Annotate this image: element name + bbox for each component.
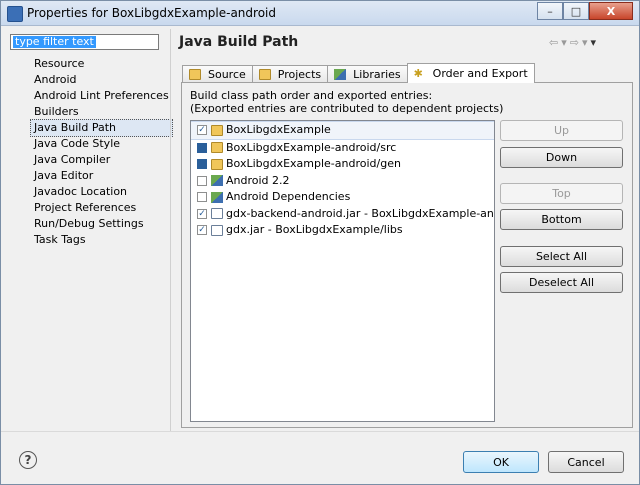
- forward-arrow-icon[interactable]: ⇨: [570, 36, 579, 49]
- description-line-2: (Exported entries are contributed to dep…: [190, 102, 504, 115]
- nav-item-java-editor[interactable]: Java Editor: [31, 168, 172, 184]
- deselect-all-button[interactable]: Deselect All: [500, 272, 623, 293]
- project-folder-icon: [211, 124, 223, 136]
- order-export-icon: ✱: [413, 67, 423, 80]
- filter-text[interactable]: type filter text: [13, 36, 96, 48]
- grayed-checkbox-icon[interactable]: [197, 159, 207, 170]
- tab-libraries-label: Libraries: [353, 68, 401, 81]
- properties-dialog: Properties for BoxLibgdxExample-android …: [0, 0, 640, 485]
- entry-label: BoxLibgdxExample-android/src: [226, 140, 397, 154]
- tab-order-and-export-label: Order and Export: [432, 67, 528, 80]
- eclipse-app-icon: [7, 6, 23, 22]
- cancel-button[interactable]: Cancel: [548, 451, 624, 473]
- unchecked-checkbox-icon[interactable]: [197, 192, 207, 203]
- build-path-tabs: Source Projects Libraries ✱ Order and Ex…: [182, 63, 535, 83]
- entry-label: gdx-backend-android.jar - BoxLibgdxExamp…: [226, 206, 494, 220]
- forward-menu-chevron-icon[interactable]: ▾: [582, 36, 588, 49]
- select-all-button[interactable]: Select All: [500, 246, 623, 267]
- entry-label: BoxLibgdxExample-android/gen: [226, 157, 401, 171]
- nav-item-android[interactable]: Android: [31, 72, 172, 88]
- up-button[interactable]: Up: [500, 120, 623, 141]
- jar-icon: [211, 224, 223, 236]
- window-title: Properties for BoxLibgdxExample-android: [27, 6, 276, 20]
- library-icon: [211, 191, 223, 203]
- list-item[interactable]: BoxLibgdxExample-android/gen: [191, 156, 494, 173]
- history-controls: ⇦ ▾ ⇨ ▾ ▾: [549, 36, 596, 49]
- property-page-list: Resource Android Android Lint Preference…: [30, 56, 173, 248]
- entry-label: gdx.jar - BoxLibgdxExample/libs: [226, 223, 403, 237]
- order-export-panel: Build class path order and exported entr…: [181, 82, 633, 428]
- list-item[interactable]: Android 2.2: [191, 173, 494, 190]
- libraries-icon: [334, 69, 347, 80]
- maximize-button[interactable]: □: [563, 2, 589, 20]
- nav-item-java-build-path[interactable]: Java Build Path: [30, 119, 173, 137]
- checked-checkbox-icon[interactable]: ✓: [197, 125, 207, 136]
- pane-divider[interactable]: [170, 29, 171, 431]
- panel-description: Build class path order and exported entr…: [190, 89, 503, 115]
- list-item[interactable]: ✓ gdx.jar - BoxLibgdxExample/libs: [191, 222, 494, 239]
- checked-checkbox-icon[interactable]: ✓: [197, 225, 207, 236]
- title-bar[interactable]: Properties for BoxLibgdxExample-android …: [1, 1, 639, 26]
- nav-item-java-code-style[interactable]: Java Code Style: [31, 136, 172, 152]
- nav-item-run-debug-settings[interactable]: Run/Debug Settings: [31, 216, 172, 232]
- tab-projects[interactable]: Projects: [251, 65, 329, 83]
- page-title: Java Build Path: [179, 34, 299, 50]
- bottom-button[interactable]: Bottom: [500, 209, 623, 230]
- ok-button[interactable]: OK: [463, 451, 539, 473]
- nav-item-task-tags[interactable]: Task Tags: [31, 232, 172, 248]
- classpath-entry-list[interactable]: ✓ BoxLibgdxExample BoxLibgdxExample-andr…: [190, 120, 495, 422]
- list-item[interactable]: ✓ gdx-backend-android.jar - BoxLibgdxExa…: [191, 206, 494, 223]
- window-controls: – □ X: [537, 2, 633, 20]
- nav-item-project-references[interactable]: Project References: [31, 200, 172, 216]
- dialog-button-bar: ? OK Cancel: [1, 431, 639, 485]
- description-line-1: Build class path order and exported entr…: [190, 89, 433, 102]
- tab-source[interactable]: Source: [182, 65, 253, 83]
- entry-label: BoxLibgdxExample: [226, 123, 331, 137]
- back-arrow-icon[interactable]: ⇦: [549, 36, 558, 49]
- tab-source-label: Source: [208, 68, 246, 81]
- tab-projects-label: Projects: [277, 68, 322, 81]
- list-item[interactable]: ✓ BoxLibgdxExample: [191, 121, 494, 140]
- minimize-button[interactable]: –: [537, 2, 563, 20]
- filter-field[interactable]: type filter text: [10, 34, 159, 50]
- checked-checkbox-icon[interactable]: ✓: [197, 208, 207, 219]
- tab-libraries[interactable]: Libraries: [327, 65, 408, 83]
- view-menu-chevron-icon[interactable]: ▾: [591, 36, 597, 49]
- entry-label: Android 2.2: [226, 173, 290, 187]
- tab-order-and-export[interactable]: ✱ Order and Export: [406, 63, 535, 83]
- back-menu-chevron-icon[interactable]: ▾: [561, 36, 567, 49]
- close-button[interactable]: X: [589, 2, 633, 20]
- nav-item-java-compiler[interactable]: Java Compiler: [31, 152, 172, 168]
- unchecked-checkbox-icon[interactable]: [197, 175, 207, 186]
- list-item[interactable]: BoxLibgdxExample-android/src: [191, 140, 494, 157]
- down-button[interactable]: Down: [500, 147, 623, 168]
- source-folder-icon: [211, 142, 223, 154]
- grayed-checkbox-icon[interactable]: [197, 142, 207, 153]
- nav-item-javadoc-location[interactable]: Javadoc Location: [31, 184, 172, 200]
- list-item[interactable]: Android Dependencies: [191, 189, 494, 206]
- library-icon: [211, 175, 223, 187]
- projects-icon: [258, 69, 271, 80]
- source-folder-icon: [211, 158, 223, 170]
- nav-item-resource[interactable]: Resource: [31, 56, 172, 72]
- nav-item-builders[interactable]: Builders: [31, 104, 172, 120]
- top-button[interactable]: Top: [500, 183, 623, 204]
- jar-icon: [211, 208, 223, 220]
- help-icon[interactable]: ?: [19, 451, 37, 469]
- source-folder-icon: [189, 69, 201, 80]
- entry-label: Android Dependencies: [226, 190, 351, 204]
- nav-item-android-lint-preferences[interactable]: Android Lint Preferences: [31, 88, 172, 104]
